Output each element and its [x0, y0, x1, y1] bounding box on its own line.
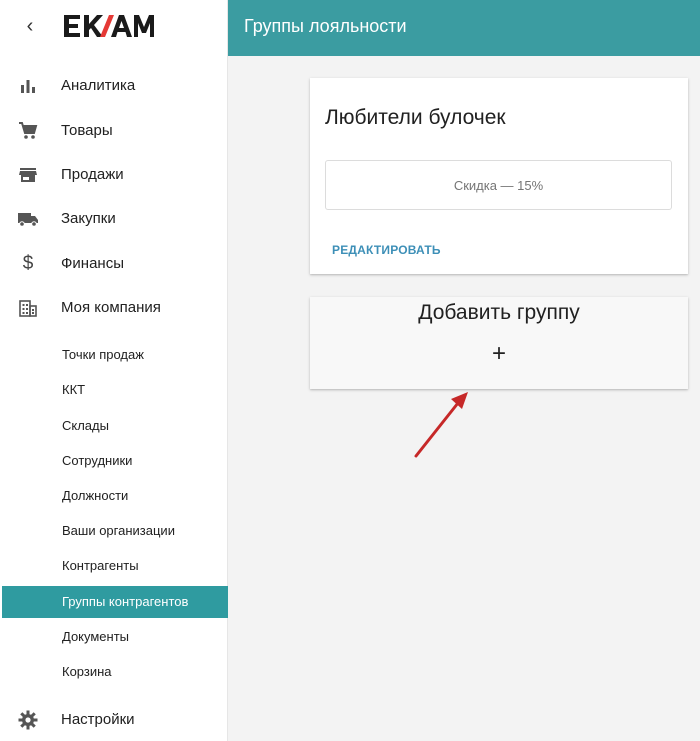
sidebar-subitem-label: Ваши организации [62, 523, 175, 538]
sidebar-subitem-kkt[interactable]: ККТ [0, 374, 228, 406]
bar-chart-icon [18, 76, 38, 96]
sidebar-subitem-label: Документы [62, 629, 130, 644]
sidebar-subitem-label: Должности [62, 488, 129, 503]
truck-icon [18, 209, 38, 229]
sidebar-item-label: Товары [61, 122, 113, 139]
discount-text: Скидка — 15% [453, 178, 544, 193]
sidebar-subitem-positions[interactable]: Должности [0, 480, 228, 512]
discount-box: Скидка — 15% [325, 160, 672, 210]
sidebar-item-settings[interactable]: Настройки [0, 702, 228, 738]
sidebar-item-label: Продажи [61, 166, 124, 183]
sidebar-item-label: Моя компания [61, 299, 161, 316]
back-chevron-icon[interactable]: ‹ [20, 14, 40, 38]
sidebar-subitem-counterparty-groups[interactable]: Группы контрагентов [2, 586, 228, 618]
sidebar-subitem-documents[interactable]: Документы [0, 621, 228, 653]
sidebar-item-my-company[interactable]: Моя компания [0, 290, 228, 326]
dollar-icon: $ [22, 253, 34, 274]
sidebar-subitem-label: Корзина [62, 664, 112, 679]
sidebar-subitem-label: Точки продаж [62, 347, 144, 362]
sidebar-item-sales[interactable]: Продажи [0, 157, 228, 193]
page-header: Группы лояльности [228, 0, 700, 56]
add-group-title: Добавить группу [418, 301, 580, 324]
sidebar-subitem-label: ККТ [62, 382, 86, 397]
sidebar-subitem-warehouses[interactable]: Склады [0, 410, 228, 442]
sidebar-subitem-points-of-sale[interactable]: Точки продаж [0, 339, 228, 371]
sidebar-subitem-label: Контрагенты [62, 558, 139, 573]
group-name: Любители булочек [325, 106, 506, 129]
sidebar-item-purchases[interactable]: Закупки [0, 201, 228, 237]
sidebar-item-products[interactable]: Товары [0, 113, 228, 149]
sidebar-subitem-organizations[interactable]: Ваши организации [0, 515, 228, 547]
store-icon [18, 165, 38, 185]
main-content: Любители булочек Скидка — 15% РЕДАКТИРОВ… [228, 56, 700, 741]
sidebar-item-finance[interactable]: $ Финансы [0, 246, 228, 282]
sidebar-subitem-employees[interactable]: Сотрудники [0, 445, 228, 477]
ekam-logo [62, 11, 158, 48]
sidebar-subitem-trash[interactable]: Корзина [0, 656, 228, 688]
sidebar-item-analytics[interactable]: Аналитика [0, 68, 228, 104]
plus-icon: + [491, 340, 506, 367]
logo-wordmark [64, 15, 154, 37]
sidebar-item-label: Финансы [61, 255, 124, 272]
sidebar-subitem-counterparties[interactable]: Контрагенты [0, 550, 228, 582]
add-group-button[interactable]: Добавить группу + [310, 297, 688, 389]
sidebar-subitem-label: Склады [62, 418, 109, 433]
sidebar-item-label: Настройки [61, 711, 135, 728]
sidebar-subitem-label: Группы контрагентов [62, 594, 189, 609]
page-title: Группы лояльности [244, 16, 407, 36]
sidebar-item-label: Аналитика [61, 77, 136, 94]
sidebar-item-label: Закупки [61, 210, 116, 227]
cart-icon [18, 121, 38, 141]
building-icon [18, 298, 38, 318]
sidebar: ‹ Аналитика Товары Продажи Закупки $ Фин… [0, 0, 228, 741]
gear-icon [18, 710, 38, 730]
edit-button[interactable]: РЕДАКТИРОВАТЬ [332, 243, 441, 257]
sidebar-subitem-label: Сотрудники [62, 453, 133, 468]
loyalty-group-card: Любители булочек Скидка — 15% РЕДАКТИРОВ… [310, 78, 688, 274]
brand-bar: ‹ [0, 0, 228, 56]
